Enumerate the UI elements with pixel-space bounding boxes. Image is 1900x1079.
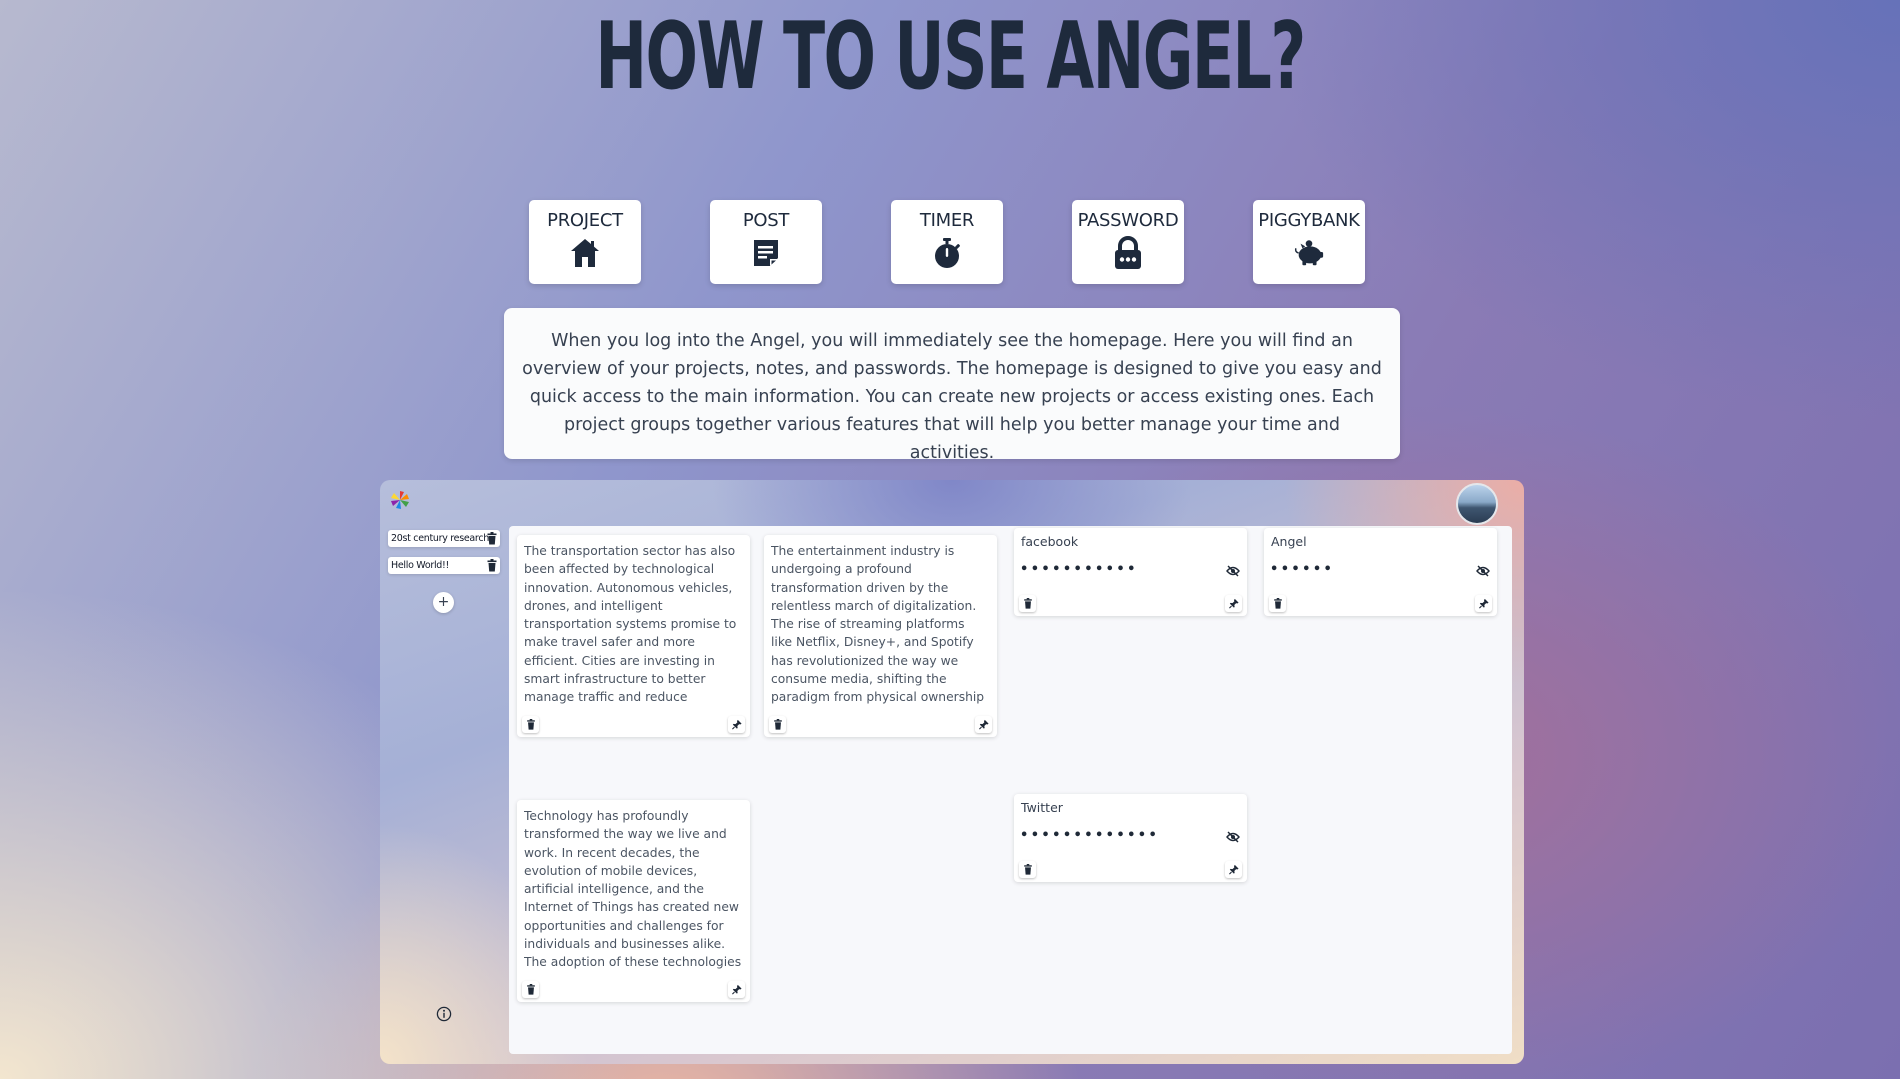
password-card[interactable]: Angel •••••• (1264, 528, 1497, 616)
delete-password-button[interactable] (1019, 595, 1036, 612)
password-name: Twitter (1021, 800, 1063, 815)
delete-note-button[interactable] (522, 716, 539, 733)
trash-icon (1023, 864, 1032, 875)
project-label: 20st century research (391, 533, 489, 544)
password-masked: ••••••••••• (1020, 562, 1138, 577)
feature-card-password[interactable]: PASSWORD (1072, 200, 1184, 284)
pin-password-button[interactable] (1475, 595, 1492, 612)
pin-note-button[interactable] (728, 716, 745, 733)
note-text: The entertainment industry is undergoing… (771, 544, 986, 710)
note-card[interactable]: The entertainment industry is undergoing… (764, 535, 997, 737)
pin-icon (731, 984, 742, 995)
trash-icon (526, 719, 535, 730)
feature-card-post[interactable]: POST (710, 200, 822, 284)
delete-password-button[interactable] (1019, 861, 1036, 878)
stopwatch-icon (935, 238, 960, 268)
feature-label: PIGGYBANK (1258, 210, 1360, 231)
feature-label: TIMER (919, 210, 975, 231)
delete-note-button[interactable] (522, 981, 539, 998)
password-masked: •••••• (1270, 562, 1335, 577)
app-preview: 20st century research Hello World!! + Th… (380, 480, 1524, 1064)
feature-label: PROJECT (547, 210, 623, 231)
pin-password-button[interactable] (1225, 861, 1242, 878)
pin-note-button[interactable] (728, 981, 745, 998)
feature-card-timer[interactable]: TIMER (891, 200, 1003, 284)
trash-icon (1273, 598, 1282, 609)
trash-icon[interactable] (487, 532, 497, 545)
feature-label: PASSWORD (1077, 210, 1179, 231)
password-card[interactable]: Twitter ••••••••••••• (1014, 794, 1247, 882)
delete-note-button[interactable] (769, 716, 786, 733)
sidebar-project-item[interactable]: Hello World!! (388, 557, 500, 574)
trash-icon[interactable] (487, 559, 497, 572)
pin-icon (731, 719, 742, 730)
eye-slash-icon[interactable] (1476, 565, 1490, 577)
trash-icon (1023, 598, 1032, 609)
note-card[interactable]: Technology has profoundly transformed th… (517, 800, 750, 1002)
info-icon[interactable] (436, 1006, 452, 1022)
lock-icon (1115, 236, 1141, 269)
sidebar-project-item[interactable]: 20st century research (388, 530, 500, 547)
note-text: The transportation sector has also been … (524, 544, 742, 710)
pin-password-button[interactable] (1225, 595, 1242, 612)
pin-note-button[interactable] (975, 716, 992, 733)
pin-icon (1478, 598, 1489, 609)
feature-card-project[interactable]: PROJECT (529, 200, 641, 284)
eye-slash-icon[interactable] (1226, 831, 1240, 843)
pin-icon (1228, 598, 1239, 609)
pin-icon (1228, 864, 1239, 875)
project-label: Hello World!! (391, 560, 450, 571)
password-name: Angel (1271, 534, 1307, 549)
delete-password-button[interactable] (1269, 595, 1286, 612)
feature-label: POST (742, 210, 790, 231)
page-title: HOW TO USE ANGEL? (595, 2, 1306, 111)
password-masked: ••••••••••••• (1020, 828, 1160, 843)
feature-card-piggybank[interactable]: PIGGYBANK (1253, 200, 1365, 284)
app-logo-icon (391, 491, 409, 509)
trash-icon (773, 719, 782, 730)
note-icon (754, 240, 778, 266)
trash-icon (526, 984, 535, 995)
piggybank-icon (1294, 240, 1324, 266)
note-card[interactable]: The transportation sector has also been … (517, 535, 750, 737)
add-project-button[interactable]: + (433, 592, 454, 613)
description-panel: When you log into the Angel, you will im… (504, 308, 1400, 463)
password-card[interactable]: facebook ••••••••••• (1014, 528, 1247, 616)
eye-slash-icon[interactable] (1226, 565, 1240, 577)
pin-icon (978, 719, 989, 730)
content-board: The transportation sector has also been … (509, 526, 1512, 1054)
house-icon (571, 239, 599, 267)
avatar[interactable] (1456, 483, 1498, 525)
password-name: facebook (1021, 534, 1079, 549)
note-text: Technology has profoundly transformed th… (524, 809, 742, 975)
